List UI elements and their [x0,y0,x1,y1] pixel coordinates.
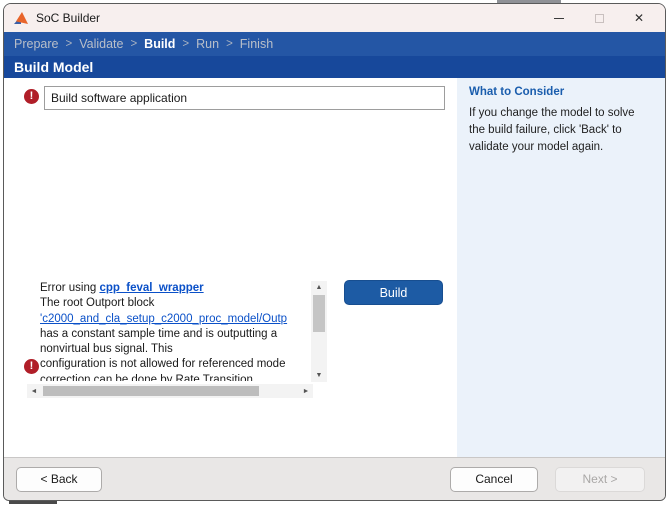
scroll-down-icon[interactable]: ▼ [311,369,327,382]
scroll-right-icon[interactable]: ► [299,384,313,398]
scroll-up-icon[interactable]: ▲ [311,281,327,294]
breadcrumb-separator: > [182,38,189,50]
wizard-header: Prepare > Validate > Build > Run > Finis… [4,32,665,78]
content-area: ! Build software application ! Error usi… [4,78,665,457]
maximize-icon [595,14,604,23]
build-button[interactable]: Build [344,280,443,305]
page-title: Build Model [14,59,93,75]
breadcrumb-step-run: Run [196,37,219,51]
build-step-status-field: Build software application [44,86,445,110]
vertical-scrollbar[interactable]: ▲ ▼ [311,281,327,382]
breadcrumb-separator: > [226,38,233,50]
error-log-line: correction can be done by Rate Transitio… [40,373,312,381]
cpp-feval-wrapper-link[interactable]: cpp_feval_wrapper [99,282,203,294]
page-title-band: Build Model [4,56,665,78]
panel-body-text: If you change the model to solve the bui… [469,105,653,156]
what-to-consider-panel: What to Consider If you change the model… [457,78,665,457]
error-log-line: configuration is not allowed for referen… [40,357,312,372]
window-controls: ✕ [539,4,659,32]
error-log-line: has a constant sample time and is output… [40,327,312,342]
error-icon: ! [24,359,39,374]
cancel-button[interactable]: Cancel [450,467,538,492]
breadcrumb-step-finish: Finish [240,37,273,51]
breadcrumb: Prepare > Validate > Build > Run > Finis… [4,32,665,56]
vertical-scroll-track[interactable] [311,294,327,369]
main-pane: ! Build software application ! Error usi… [4,78,457,457]
error-log: Error using cpp_feval_wrapper The root O… [40,281,312,381]
error-log-line: nonvirtual bus signal. This [40,342,312,357]
scroll-left-icon[interactable]: ◄ [27,384,41,398]
error-log-line: The root Outport block [40,296,312,311]
window-title: SoC Builder [36,11,100,25]
outport-block-link[interactable]: 'c2000_and_cla_setup_c2000_proc_model/Ou… [40,313,287,325]
close-icon: ✕ [634,12,644,24]
horizontal-scrollbar[interactable]: ◄ ► [27,384,313,398]
next-button-disabled[interactable]: Next > [555,467,645,492]
error-icon: ! [24,89,39,104]
titlebar: SoC Builder ✕ [4,4,665,32]
horizontal-scroll-track[interactable] [41,384,299,398]
breadcrumb-separator: > [130,38,137,50]
vertical-scroll-thumb[interactable] [313,295,325,332]
screen: SoC Builder ✕ Prepare > Validate > Build… [0,0,669,505]
breadcrumb-separator: > [65,38,72,50]
breadcrumb-step-prepare: Prepare [14,37,58,51]
minimize-icon [554,18,564,19]
error-log-line: 'c2000_and_cla_setup_c2000_proc_model/Ou… [40,312,312,327]
footer-bar: < Back Cancel Next > [4,457,665,500]
back-button[interactable]: < Back [16,467,102,492]
maximize-button[interactable] [579,4,619,32]
breadcrumb-step-build: Build [144,37,175,51]
panel-title: What to Consider [469,86,653,98]
close-button[interactable]: ✕ [619,4,659,32]
error-log-line: Error using cpp_feval_wrapper [40,281,312,296]
minimize-button[interactable] [539,4,579,32]
horizontal-scroll-thumb[interactable] [43,386,259,396]
breadcrumb-step-validate: Validate [79,37,123,51]
soc-builder-window: SoC Builder ✕ Prepare > Validate > Build… [3,3,666,501]
matlab-app-icon [14,11,29,25]
